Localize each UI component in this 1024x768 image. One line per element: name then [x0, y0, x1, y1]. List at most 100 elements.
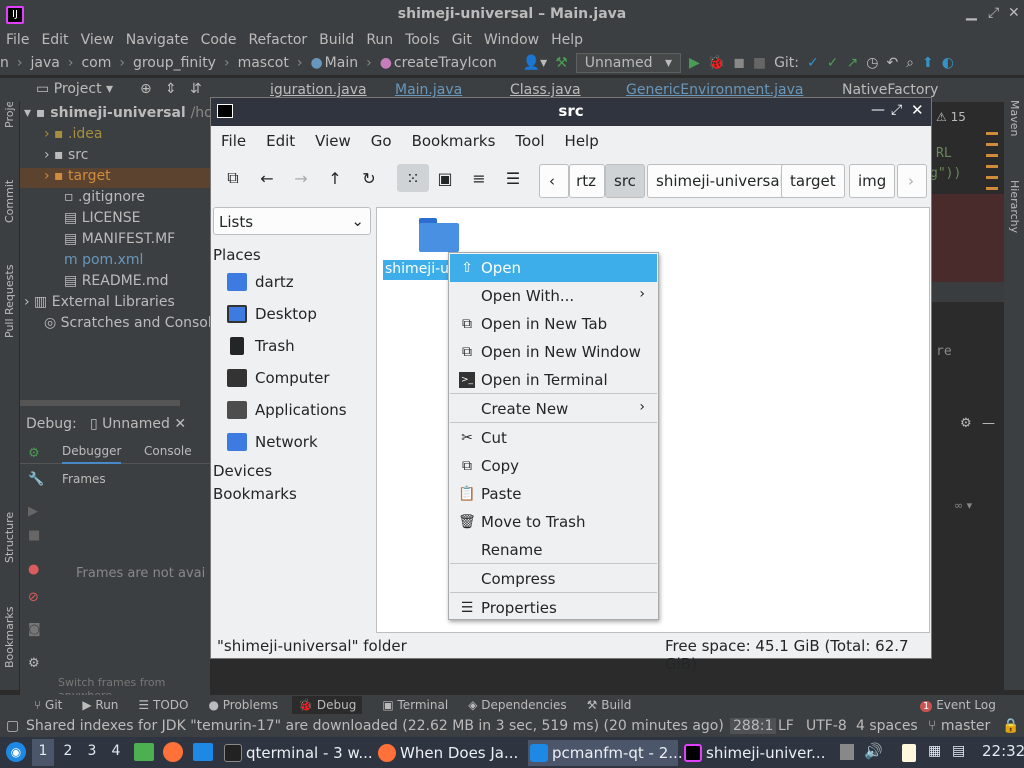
- path-crumb-active[interactable]: src: [605, 164, 645, 198]
- menu-run[interactable]: Run: [366, 32, 393, 48]
- rerun-debug-icon[interactable]: ⚙: [28, 446, 40, 461]
- camera-icon[interactable]: ◙: [28, 622, 41, 637]
- tree-item-idea[interactable]: › ▪ .idea: [44, 126, 102, 146]
- expand-icon[interactable]: ⇵: [190, 81, 202, 97]
- new-tab-icon[interactable]: ⧉: [219, 164, 247, 192]
- tree-item-gitignore[interactable]: ▫ .gitignore: [64, 189, 145, 209]
- fm-menu-view[interactable]: View: [315, 132, 351, 150]
- rollback-icon[interactable]: ↶: [886, 55, 898, 71]
- collapse-icon[interactable]: ⇕: [165, 81, 177, 97]
- desktop-launcher-icon[interactable]: [193, 743, 213, 761]
- search-icon[interactable]: ⌕: [906, 55, 914, 71]
- tree-item-src[interactable]: › ▪ src: [44, 147, 88, 167]
- fm-menu-file[interactable]: File: [221, 132, 246, 150]
- caret-position[interactable]: 288:1: [730, 718, 777, 734]
- menu-refactor[interactable]: Refactor: [248, 32, 307, 48]
- menu-build[interactable]: Build: [319, 32, 354, 48]
- status-message[interactable]: Shared indexes for JDK "temurin-17" are …: [26, 718, 724, 734]
- indent-setting[interactable]: 4 spaces: [856, 718, 918, 734]
- fm-menu-tool[interactable]: Tool: [515, 132, 544, 150]
- locate-icon[interactable]: ⊕: [140, 81, 152, 97]
- tool-window-hierarchy[interactable]: Hierarchy: [1008, 180, 1021, 233]
- menu-view[interactable]: View: [81, 32, 114, 48]
- editor-tab-active[interactable]: Main.java: [395, 82, 462, 98]
- workspace-4[interactable]: 4: [106, 739, 126, 759]
- resume-icon[interactable]: ▶: [28, 504, 38, 519]
- build-hammer-icon[interactable]: ⚒: [555, 55, 568, 71]
- tree-item-readme[interactable]: ▤ README.md: [64, 273, 169, 293]
- git-update-icon[interactable]: ✓: [807, 55, 819, 71]
- workspace-3[interactable]: 3: [82, 739, 102, 759]
- menu-git[interactable]: Git: [452, 32, 472, 48]
- git-branch[interactable]: ⑂ master: [928, 718, 990, 734]
- git-push-icon[interactable]: ↗: [846, 55, 858, 71]
- menu-item-open-new-window[interactable]: ⧉ Open in New Window: [450, 338, 657, 366]
- view-breakpoints-icon[interactable]: ●: [28, 562, 39, 577]
- run-tool-tab[interactable]: ▶ Run: [82, 698, 118, 712]
- problems-tool-tab[interactable]: ● Problems: [208, 698, 278, 712]
- tree-item-license[interactable]: ▤ LICENSE: [64, 210, 140, 230]
- folder-icon[interactable]: [419, 218, 459, 252]
- event-log-tab[interactable]: 1 Event Log: [920, 698, 996, 712]
- compact-view-icon[interactable]: ≡: [465, 164, 493, 192]
- menu-item-open[interactable]: ⇧ Open: [450, 254, 657, 282]
- tree-item-manifest[interactable]: ▤ MANIFEST.MF: [64, 231, 175, 251]
- menu-item-paste[interactable]: 📋 Paste: [450, 480, 657, 508]
- menu-item-open-terminal[interactable]: >_ Open in Terminal: [450, 366, 657, 394]
- stop-debug-icon[interactable]: ■: [28, 528, 40, 543]
- clipboard-icon[interactable]: [902, 744, 916, 762]
- breadcrumb-item[interactable]: java: [30, 55, 59, 71]
- git-commit-icon[interactable]: ✓: [827, 55, 839, 71]
- menu-navigate[interactable]: Navigate: [126, 32, 189, 48]
- user-icon[interactable]: 👤▾: [523, 55, 547, 71]
- detailed-list-icon[interactable]: ☰: [499, 164, 527, 192]
- place-dartz[interactable]: dartz: [227, 270, 294, 296]
- breadcrumb-item[interactable]: mascot: [238, 55, 289, 71]
- fm-maximize-icon[interactable]: ⤢: [891, 102, 902, 118]
- dropdown-icon[interactable]: ∞ ▾: [954, 499, 972, 512]
- menu-item-rename[interactable]: Rename: [450, 536, 657, 564]
- place-desktop[interactable]: Desktop: [227, 302, 317, 328]
- path-crumb[interactable]: shimeji-universal: [647, 164, 793, 198]
- todo-tool-tab[interactable]: ☰ TODO: [138, 698, 188, 712]
- console-tab[interactable]: Console: [144, 444, 192, 458]
- editor-tab[interactable]: GenericEnvironment.java: [626, 82, 803, 98]
- fm-close-icon[interactable]: ✕: [911, 101, 924, 119]
- menu-item-open-with[interactable]: Open With... ›: [450, 282, 657, 310]
- firefox-launcher-icon[interactable]: [163, 742, 183, 762]
- menu-tools[interactable]: Tools: [405, 32, 440, 48]
- jetbrains-icon[interactable]: ◐: [942, 55, 954, 71]
- task-intellij[interactable]: shimeji-univer...: [682, 740, 830, 766]
- menu-code[interactable]: Code: [201, 32, 237, 48]
- breadcrumb-item[interactable]: Main: [325, 55, 358, 71]
- fm-menu-bookmarks[interactable]: Bookmarks: [412, 132, 496, 150]
- editor-tab[interactable]: iguration.java: [270, 82, 367, 98]
- task-pcmanfm[interactable]: pcmanfm-qt - 2...: [528, 740, 683, 766]
- tree-item-scratches[interactable]: ◎ Scratches and Console: [44, 315, 220, 335]
- file-encoding[interactable]: UTF-8: [806, 718, 847, 734]
- fm-menu-edit[interactable]: Edit: [266, 132, 295, 150]
- line-separator[interactable]: LF: [778, 718, 794, 734]
- forward-arrow-icon[interactable]: →: [287, 164, 315, 192]
- build-tool-tab[interactable]: ⚒ Build: [587, 698, 632, 712]
- debug-icon[interactable]: 🐞: [708, 55, 725, 71]
- debug-settings-gear-icon[interactable]: ⚙: [960, 416, 972, 431]
- path-crumb[interactable]: rtz: [569, 164, 605, 198]
- close-icon[interactable]: ✕: [1008, 5, 1020, 21]
- status-toggle-icon[interactable]: ▢: [6, 718, 19, 734]
- menu-item-copy[interactable]: ⧉ Copy: [450, 452, 657, 480]
- lock-icon[interactable]: 🔒: [1002, 718, 1019, 734]
- crumb-scroll-left-icon[interactable]: ‹: [539, 164, 569, 198]
- tree-item-external-libraries[interactable]: › ▥ External Libraries: [24, 294, 175, 314]
- menu-help[interactable]: Help: [551, 32, 583, 48]
- horizontal-scrollbar[interactable]: [20, 400, 180, 406]
- debug-tool-tab[interactable]: 🐞 Debug: [292, 696, 363, 714]
- dependencies-tool-tab[interactable]: ◈ Dependencies: [468, 698, 566, 712]
- menu-item-open-new-tab[interactable]: ⧉ Open in New Tab: [450, 310, 657, 338]
- menu-edit[interactable]: Edit: [41, 32, 68, 48]
- run-icon[interactable]: ▶: [689, 55, 700, 71]
- crumb-scroll-right-icon[interactable]: ›: [897, 164, 927, 198]
- menu-item-compress[interactable]: Compress: [450, 565, 657, 593]
- breadcrumb-item[interactable]: createTrayIcon: [394, 55, 497, 71]
- menu-item-cut[interactable]: ✂ Cut: [450, 424, 657, 452]
